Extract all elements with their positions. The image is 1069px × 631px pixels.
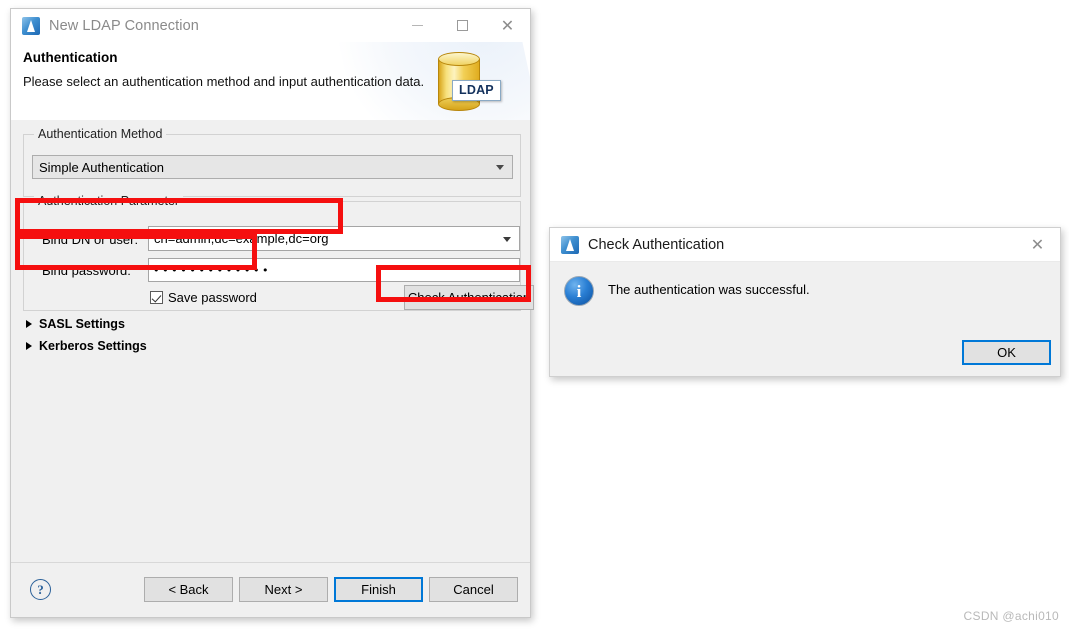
dialog-titlebar: Check Authentication ✕ [550,228,1060,262]
chevron-right-icon [26,342,32,350]
bind-password-value: ••••••••••••• [153,263,272,277]
dialog-window-controls: ✕ [1015,228,1060,261]
finish-button[interactable]: Finish [334,577,423,602]
dialog-title: Check Authentication [588,236,725,253]
info-icon: i [564,276,594,306]
new-ldap-connection-window: New LDAP Connection ✕ Authentication Ple… [10,8,534,618]
ldap-connection-icon [22,16,40,35]
ok-button[interactable]: OK [962,340,1051,365]
maximize-button[interactable] [440,9,485,42]
cancel-button[interactable]: Cancel [429,577,518,602]
sasl-settings-label: SASL Settings [39,317,125,331]
authentication-method-value: Simple Authentication [39,159,165,175]
wizard-body: Authentication Method Simple Authenticat… [11,120,534,563]
wizard-footer: ? < Back Next > Finish Cancel [11,563,530,617]
dialog-body: i The authentication was successful. OK [550,262,1060,377]
authentication-method-select[interactable]: Simple Authentication [32,155,513,179]
close-button[interactable]: ✕ [485,9,530,42]
bind-dn-input[interactable]: cn=admin,dc=example,dc=org [148,226,520,251]
kerberos-settings-label: Kerberos Settings [39,339,147,353]
ldap-badge-label: LDAP [452,80,501,101]
wizard-navigation-buttons: < Back Next > Finish Cancel [144,577,518,602]
bind-password-input[interactable]: ••••••••••••• [148,258,520,282]
bind-dn-value: cn=admin,dc=example,dc=org [154,231,329,246]
kerberos-settings-toggle[interactable]: Kerberos Settings [26,339,147,353]
database-top [438,52,480,66]
save-password-checkbox-row[interactable]: Save password [150,290,257,305]
wizard-title: New LDAP Connection [49,17,199,34]
help-button[interactable]: ? [30,579,51,600]
check-authentication-dialog: Check Authentication ✕ i The authenticat… [549,227,1061,377]
window-controls: ✕ [395,9,530,42]
authentication-method-group-label: Authentication Method [34,127,167,141]
chevron-down-icon [496,165,504,170]
check-authentication-button[interactable]: Check Authentication [404,285,534,310]
bind-password-label: Bind password: [42,263,131,278]
page-title: Authentication [23,50,118,65]
ldap-connection-icon [561,235,579,254]
authentication-parameter-group: Authentication Parameter Bind DN or user… [23,194,534,311]
next-button[interactable]: Next > [239,577,328,602]
maximize-icon [457,20,468,31]
sasl-settings-toggle[interactable]: SASL Settings [26,317,125,331]
wizard-header-banner: Authentication Please select an authenti… [11,42,530,121]
bind-dn-label: Bind DN or user: [42,232,139,247]
authentication-method-group: Authentication Method Simple Authenticat… [23,127,521,197]
save-password-checkbox[interactable] [150,291,163,304]
page-description: Please select an authentication method a… [23,74,425,89]
minimize-button[interactable] [395,9,440,42]
ldap-database-icon: LDAP [430,50,501,116]
close-icon: ✕ [500,15,515,35]
save-password-label: Save password [168,290,257,305]
dialog-close-button[interactable]: ✕ [1015,228,1060,261]
dialog-message: The authentication was successful. [608,282,810,297]
authentication-parameter-group-label: Authentication Parameter [34,194,184,208]
chevron-down-icon [503,236,511,242]
back-button[interactable]: < Back [144,577,233,602]
minimize-icon [412,25,423,26]
chevron-right-icon [26,320,32,328]
close-icon: ✕ [1030,234,1045,254]
wizard-titlebar: New LDAP Connection ✕ [11,9,530,42]
watermark: CSDN @achi010 [963,609,1059,623]
